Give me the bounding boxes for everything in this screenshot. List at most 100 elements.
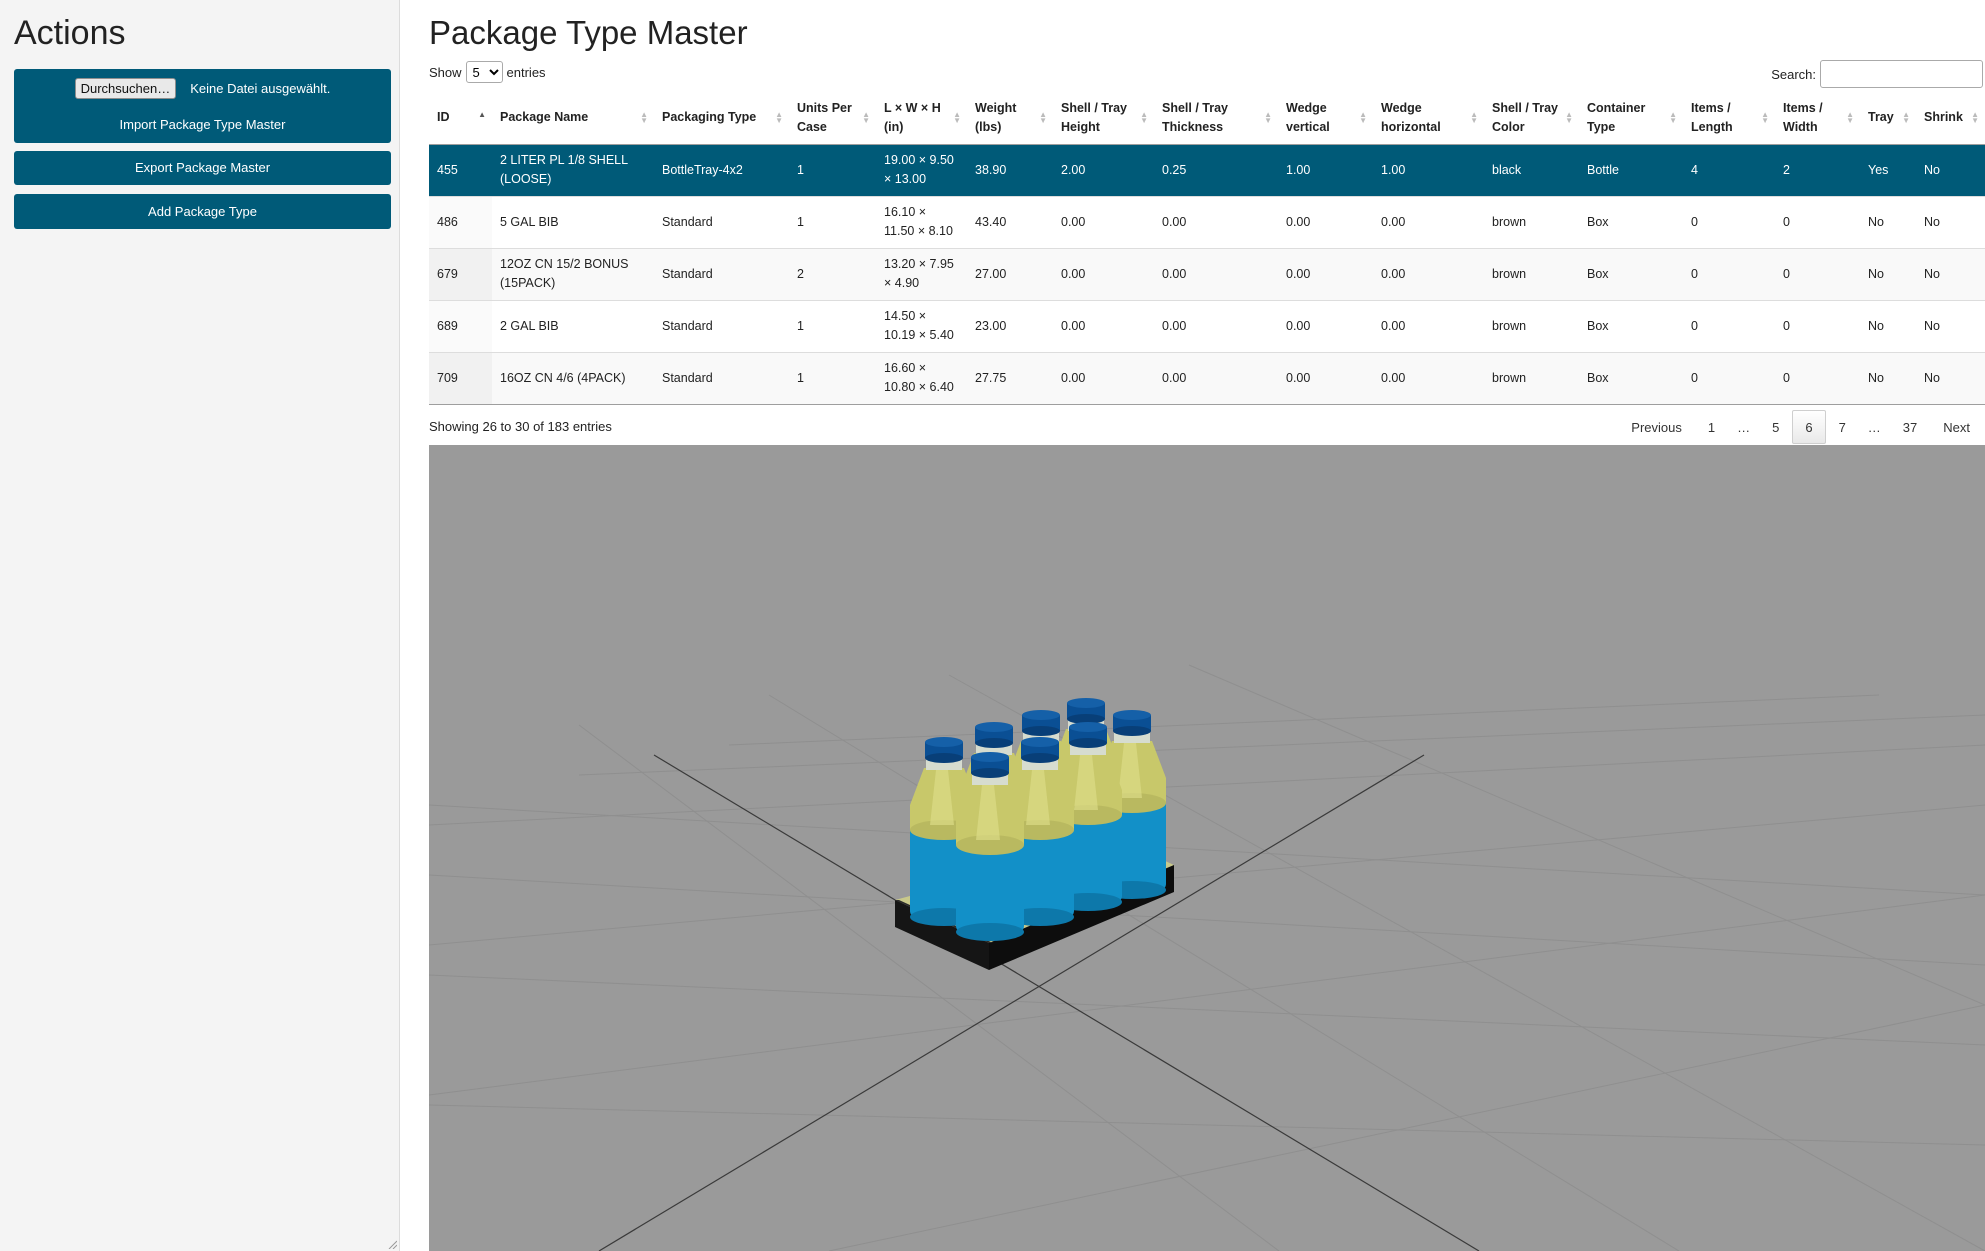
sort-both-icon: ▲ ▼ bbox=[1565, 110, 1573, 125]
cell-shell-height: 0.00 bbox=[1053, 195, 1154, 248]
3d-preview-viewport[interactable] bbox=[429, 445, 1985, 1251]
cell-container-type: Bottle bbox=[1579, 143, 1683, 196]
column-header-container-type[interactable]: Container Type ▲ ▼ bbox=[1579, 92, 1683, 145]
column-header-label: Container Type bbox=[1587, 100, 1646, 134]
column-header-wedge-horizontal[interactable]: Wedge horizontal ▲ ▼ bbox=[1373, 92, 1484, 145]
cell-shell-thickness: 0.25 bbox=[1154, 143, 1278, 196]
import-button[interactable]: Import Package Type Master bbox=[14, 117, 391, 132]
cell-shrink: No bbox=[1916, 247, 1985, 300]
column-header-items-length[interactable]: Items / Length ▲ ▼ bbox=[1683, 92, 1775, 145]
cell-tray-color: brown bbox=[1484, 299, 1579, 352]
table-body: 455 2 LITER PL 1/8 SHELL (LOOSE) BottleTra… bbox=[429, 143, 1985, 405]
cell-units-per-case: 2 bbox=[789, 247, 876, 300]
file-picker: Durchsuchen… Keine Datei ausgewählt. bbox=[14, 76, 391, 100]
cell-items-length: 0 bbox=[1683, 247, 1775, 300]
cell-id: 486 bbox=[429, 195, 492, 248]
column-header-label: Items / Length bbox=[1691, 100, 1733, 134]
column-header-tray[interactable]: Tray ▲ ▼ bbox=[1860, 92, 1916, 145]
column-header-units-per-case[interactable]: Units Per Case ▲ ▼ bbox=[789, 92, 876, 145]
column-header-label: Shell / Tray Thickness bbox=[1162, 100, 1229, 134]
previous-page-button[interactable]: Previous bbox=[1618, 410, 1695, 444]
cell-dims: 19.00 × 9.50 × 13.00 bbox=[876, 143, 967, 196]
cell-shell-thickness: 0.00 bbox=[1154, 351, 1278, 405]
table-row[interactable]: 486 5 GAL BIB Standard 1 16.10 × 11.50 × 8.1… bbox=[429, 195, 1985, 248]
search-input[interactable] bbox=[1820, 60, 1983, 88]
actions-sidebar: Actions Durchsuchen… Keine Datei ausgewä… bbox=[0, 0, 400, 1251]
page-button-37[interactable]: 37 bbox=[1890, 410, 1930, 444]
cell-shrink: No bbox=[1916, 351, 1985, 405]
pagination: Previous 1 … 5 6 7 … 37 Next bbox=[1618, 410, 1983, 444]
column-header-label: Items / Width bbox=[1783, 100, 1823, 134]
cell-name: 2 GAL BIB bbox=[492, 299, 654, 352]
table-row[interactable]: 689 2 GAL BIB Standard 1 14.50 × 10.19 × 5.4… bbox=[429, 299, 1985, 352]
column-header-dims[interactable]: L × W × H (in) ▲ ▼ bbox=[876, 92, 967, 145]
page-title: Package Type Master bbox=[429, 14, 748, 51]
cell-shrink: No bbox=[1916, 299, 1985, 352]
table-row[interactable]: 709 16OZ CN 4/6 (4PACK) Standard 1 16.60 × 1… bbox=[429, 351, 1985, 405]
column-header-shrink[interactable]: Shrink ▲ ▼ bbox=[1916, 92, 1985, 145]
cell-items-width: 0 bbox=[1775, 351, 1860, 405]
sort-both-icon: ▲ ▼ bbox=[1359, 110, 1367, 125]
browse-button[interactable]: Durchsuchen… bbox=[74, 77, 177, 99]
page-length-select[interactable]: 5102550100 bbox=[465, 61, 503, 83]
page-button-5[interactable]: 5 bbox=[1759, 410, 1792, 444]
table-header: ID ▲ Package Name ▲ ▼ Packaging Type ▲ ▼ Units P… bbox=[429, 92, 1985, 145]
table-row[interactable]: 455 2 LITER PL 1/8 SHELL (LOOSE) BottleTra… bbox=[429, 143, 1985, 196]
cell-packaging-type: Standard bbox=[654, 247, 789, 300]
column-header-wedge-vertical[interactable]: Wedge vertical ▲ ▼ bbox=[1278, 92, 1373, 145]
export-button[interactable]: Export Package Master bbox=[14, 151, 391, 185]
cell-items-length: 0 bbox=[1683, 351, 1775, 405]
cell-container-type: Box bbox=[1579, 351, 1683, 405]
column-header-shell-height[interactable]: Shell / Tray Height ▲ ▼ bbox=[1053, 92, 1154, 145]
cell-units-per-case: 1 bbox=[789, 299, 876, 352]
sort-both-icon: ▲ ▼ bbox=[1039, 110, 1047, 125]
cell-weight: 27.00 bbox=[967, 247, 1053, 300]
column-header-id[interactable]: ID ▲ bbox=[429, 92, 492, 145]
cell-dims: 16.60 × 10.80 × 6.40 bbox=[876, 351, 967, 405]
sidebar-title: Actions bbox=[14, 14, 126, 52]
cell-weight: 27.75 bbox=[967, 351, 1053, 405]
add-package-type-button[interactable]: Add Package Type bbox=[14, 194, 391, 229]
cell-id: 689 bbox=[429, 299, 492, 352]
column-header-label: ID bbox=[437, 110, 450, 125]
cell-wedge-horizontal: 0.00 bbox=[1373, 247, 1484, 300]
cell-items-width: 0 bbox=[1775, 195, 1860, 248]
cell-tray: No bbox=[1860, 195, 1916, 248]
page-button-7[interactable]: 7 bbox=[1826, 410, 1859, 444]
cell-id: 455 bbox=[429, 143, 492, 196]
column-header-weight[interactable]: Weight (lbs) ▲ ▼ bbox=[967, 92, 1053, 145]
column-header-items-width[interactable]: Items / Width ▲ ▼ bbox=[1775, 92, 1860, 145]
column-header-tray-color[interactable]: Shell / Tray Color ▲ ▼ bbox=[1484, 92, 1579, 145]
cell-shrink: No bbox=[1916, 195, 1985, 248]
column-header-label: Shell / Tray Color bbox=[1492, 100, 1559, 134]
cell-container-type: Box bbox=[1579, 247, 1683, 300]
page-button-1[interactable]: 1 bbox=[1695, 410, 1728, 444]
file-status-text: Keine Datei ausgewählt. bbox=[190, 80, 331, 96]
main-content: Package Type Master Show 5102550100 entr… bbox=[401, 0, 1985, 1251]
cell-shell-thickness: 0.00 bbox=[1154, 299, 1278, 352]
next-page-button[interactable]: Next bbox=[1930, 410, 1983, 444]
column-header-label: Shrink bbox=[1924, 110, 1963, 125]
column-header-name[interactable]: Package Name ▲ ▼ bbox=[492, 92, 654, 145]
search-control: Search: bbox=[1771, 60, 1983, 88]
column-header-label: Package Name bbox=[500, 110, 589, 125]
cell-packaging-type: Standard bbox=[654, 299, 789, 352]
column-header-label: Shell / Tray Height bbox=[1061, 100, 1128, 134]
table-row[interactable]: 679 12OZ CN 15/2 BONUS (15PACK) Standard 2 1… bbox=[429, 247, 1985, 300]
cell-wedge-vertical: 0.00 bbox=[1278, 195, 1373, 248]
sort-both-icon: ▲ ▼ bbox=[953, 110, 961, 125]
cell-tray: No bbox=[1860, 351, 1916, 405]
cell-items-width: 0 bbox=[1775, 299, 1860, 352]
column-header-label: Packaging Type bbox=[662, 110, 757, 125]
resize-grip-icon[interactable] bbox=[387, 1239, 397, 1249]
cell-items-width: 2 bbox=[1775, 143, 1860, 196]
column-header-packaging-type[interactable]: Packaging Type ▲ ▼ bbox=[654, 92, 789, 145]
3d-scene[interactable] bbox=[429, 445, 1985, 1251]
column-header-shell-thickness[interactable]: Shell / Tray Thickness ▲ ▼ bbox=[1154, 92, 1278, 145]
column-header-label: Units Per Case bbox=[797, 100, 852, 134]
cell-shell-height: 0.00 bbox=[1053, 247, 1154, 300]
ground-grid bbox=[429, 664, 1985, 1251]
cell-shell-thickness: 0.00 bbox=[1154, 247, 1278, 300]
page-button-6[interactable]: 6 bbox=[1792, 410, 1826, 444]
cell-tray: No bbox=[1860, 299, 1916, 352]
